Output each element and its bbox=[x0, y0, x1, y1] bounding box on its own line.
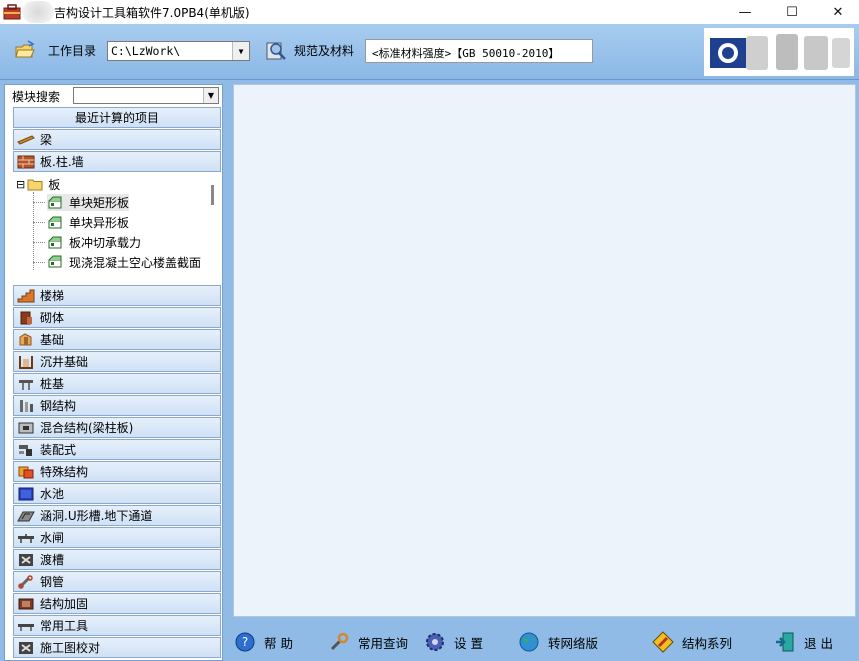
collapse-toggle-icon[interactable]: ⊟ bbox=[16, 178, 25, 191]
module-search-label: 模块搜索 bbox=[12, 90, 61, 104]
globe-icon bbox=[519, 632, 539, 652]
logo-blur-3 bbox=[804, 36, 828, 70]
foundation-icon bbox=[19, 332, 32, 345]
main-content-area bbox=[233, 84, 856, 617]
tree-leaf[interactable]: 单块异形板 bbox=[47, 214, 129, 231]
minimize-button[interactable]: — bbox=[722, 0, 768, 24]
title-blurred-region bbox=[22, 1, 54, 23]
structure-series-icon bbox=[652, 631, 674, 653]
check-icon bbox=[19, 641, 33, 654]
spec-label: 规范及材料 bbox=[294, 44, 355, 58]
exit-button[interactable]: 退 出 bbox=[774, 631, 833, 653]
aqueduct-icon bbox=[19, 553, 33, 566]
pipe-icon bbox=[18, 574, 33, 589]
category-pile[interactable]: 桩基 bbox=[13, 373, 221, 394]
bottom-toolbar: ? 帮 助 常用查询 设 置 转网络版 结构系列 退 出 bbox=[228, 625, 859, 661]
company-logo bbox=[704, 28, 854, 76]
steel-icon bbox=[20, 399, 33, 412]
category-slab-column-wall[interactable]: 板.柱.墙 bbox=[13, 151, 221, 172]
app-toolbox-icon bbox=[3, 4, 21, 20]
category-recent-projects[interactable]: 最近计算的项目 bbox=[13, 107, 221, 128]
category-steel[interactable]: 钢结构 bbox=[13, 395, 221, 416]
wrench-icon bbox=[330, 632, 349, 651]
logo-blur-2 bbox=[776, 34, 798, 70]
category-masonry[interactable]: 砌体 bbox=[13, 307, 221, 328]
exit-door-icon bbox=[776, 632, 794, 652]
category-common-tools[interactable]: 常用工具 bbox=[13, 615, 221, 636]
tools-icon bbox=[18, 623, 34, 631]
slab-module-icon bbox=[48, 216, 62, 229]
category-culvert[interactable]: 涵洞.U形槽.地下通道 bbox=[13, 505, 221, 526]
logo-blur-1 bbox=[746, 36, 768, 70]
title-bar: 吉构设计工具箱软件7.0PB4(单机版) — ☐ ✕ bbox=[0, 0, 859, 24]
help-button[interactable]: ? 帮 助 bbox=[234, 631, 293, 653]
module-search-input[interactable]: ▼ bbox=[73, 87, 219, 104]
slab-module-icon bbox=[48, 196, 62, 209]
network-version-button[interactable]: 转网络版 bbox=[518, 631, 598, 653]
svg-text:?: ? bbox=[242, 635, 248, 649]
category-reinforcement[interactable]: 结构加固 bbox=[13, 593, 221, 614]
masonry-icon bbox=[20, 311, 32, 324]
category-special-structure[interactable]: 特殊结构 bbox=[13, 461, 221, 482]
tree-node-slab[interactable]: ⊟ 板 bbox=[16, 176, 60, 193]
settings-button[interactable]: 设 置 bbox=[424, 631, 483, 653]
workdir-label: 工作目录 bbox=[48, 44, 97, 58]
gear-icon bbox=[426, 633, 444, 651]
culvert-icon bbox=[17, 511, 35, 521]
prefab-icon bbox=[19, 444, 32, 456]
chevron-down-icon[interactable]: ▼ bbox=[203, 88, 218, 103]
caisson-icon bbox=[19, 355, 33, 369]
category-mixed-structure[interactable]: 混合结构(梁柱板) bbox=[13, 417, 221, 438]
category-stair[interactable]: 楼梯 bbox=[13, 285, 221, 306]
spec-materials-icon[interactable] bbox=[265, 39, 287, 61]
slab-module-icon bbox=[48, 236, 62, 249]
tree-leaf[interactable]: 板冲切承载力 bbox=[47, 234, 141, 251]
reinforce-icon bbox=[18, 598, 34, 609]
logo-mark-icon bbox=[710, 38, 746, 68]
folder-open-icon[interactable] bbox=[14, 39, 36, 61]
workdir-combobox[interactable]: C:\LzWork\ ▼ bbox=[107, 41, 250, 61]
category-pool[interactable]: 水池 bbox=[13, 483, 221, 504]
toolbar: 工作目录 C:\LzWork\ ▼ 规范及材料 <标准材料强度>【GB 5001… bbox=[0, 24, 859, 80]
pile-icon bbox=[19, 379, 33, 390]
help-icon: ? bbox=[235, 632, 255, 652]
module-search-row: 模块搜索 ▼ bbox=[5, 85, 222, 107]
category-prefab[interactable]: 装配式 bbox=[13, 439, 221, 460]
stair-icon bbox=[17, 289, 35, 302]
brick-icon bbox=[17, 155, 35, 168]
workdir-value: C:\LzWork\ bbox=[111, 44, 181, 58]
logo-blur-4 bbox=[832, 38, 850, 68]
tree-leaf[interactable]: 现浇混凝土空心楼盖截面 bbox=[47, 254, 201, 268]
structure-series-button[interactable]: 结构系列 bbox=[652, 631, 732, 653]
maximize-button[interactable]: ☐ bbox=[769, 0, 815, 24]
common-query-button[interactable]: 常用查询 bbox=[328, 631, 408, 653]
category-beam[interactable]: 梁 bbox=[13, 129, 221, 150]
beam-icon bbox=[17, 134, 35, 145]
special-icon bbox=[18, 466, 34, 478]
window-title: 吉构设计工具箱软件7.0PB4(单机版) bbox=[54, 6, 250, 20]
sluice-icon bbox=[18, 533, 34, 543]
folder-icon bbox=[27, 179, 43, 191]
tree-leaf[interactable]: 单块矩形板 bbox=[47, 194, 130, 211]
spec-display-box[interactable]: <标准材料强度>【GB 50010-2010】 bbox=[365, 39, 593, 63]
chevron-down-icon[interactable]: ▼ bbox=[232, 42, 249, 60]
close-button[interactable]: ✕ bbox=[815, 0, 859, 24]
mixed-icon bbox=[18, 422, 34, 433]
category-foundation[interactable]: 基础 bbox=[13, 329, 221, 350]
slab-module-icon bbox=[48, 255, 62, 268]
tree-vertical-scrollbar[interactable] bbox=[211, 185, 214, 205]
pool-icon bbox=[18, 487, 34, 500]
category-caisson[interactable]: 沉井基础 bbox=[13, 351, 221, 372]
category-drawing-check[interactable]: 施工图校对 bbox=[13, 637, 221, 658]
category-sluice[interactable]: 水闸 bbox=[13, 527, 221, 548]
module-panel: 模块搜索 ▼ 最近计算的项目 梁 板.柱.墙 ⊟ 板 单块矩形板 单块异形板 板… bbox=[4, 84, 223, 661]
category-aqueduct[interactable]: 渡槽 bbox=[13, 549, 221, 570]
category-steel-pipe[interactable]: 钢管 bbox=[13, 571, 221, 592]
